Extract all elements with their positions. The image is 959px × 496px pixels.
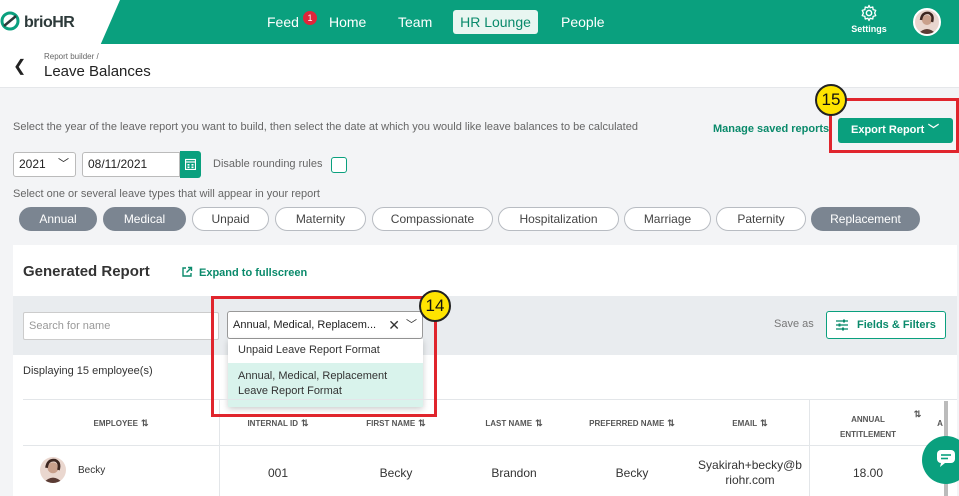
nav-feed[interactable]: Feed xyxy=(267,0,299,44)
save-as-button[interactable]: Save as xyxy=(774,318,814,330)
nav-people[interactable]: People xyxy=(561,0,605,44)
callout-14: 14 xyxy=(419,290,451,322)
th-annual-entitlement[interactable]: ANNUAL ENTITLEMENT xyxy=(809,400,927,447)
nav-team[interactable]: Team xyxy=(398,0,432,44)
disable-rounding-label: Disable rounding rules xyxy=(213,158,323,170)
calendar-button[interactable] xyxy=(180,151,201,178)
cell-employee[interactable]: Becky xyxy=(78,465,105,476)
sort-icon: ⇅ xyxy=(140,418,149,428)
calendar-icon xyxy=(185,158,196,170)
sort-icon: ⇅ xyxy=(300,418,309,428)
sort-icon: ⇅ xyxy=(667,418,675,428)
disable-rounding-checkbox[interactable] xyxy=(331,157,347,173)
table-header-row: EMPLOYEE ⇅ INTERNAL ID ⇅ FIRST NAME ⇅ LAST … xyxy=(23,399,957,446)
leave-chip-hospitalization[interactable]: Hospitalization xyxy=(498,207,619,231)
avatar xyxy=(40,457,66,483)
sort-icon: ⇅ xyxy=(535,418,543,428)
external-link-icon xyxy=(182,266,193,277)
cell-email: Syakirah+becky@b riohr.com xyxy=(691,458,809,488)
th-internal-id-label: INTERNAL ID xyxy=(247,419,298,428)
column-divider xyxy=(809,399,810,496)
fields-filters-label: Fields & Filters xyxy=(857,319,936,331)
settings-button[interactable]: Settings xyxy=(849,4,889,34)
avatar-photo-icon xyxy=(43,458,63,483)
callout-15: 15 xyxy=(815,84,847,116)
leave-chip-paternity[interactable]: Paternity xyxy=(716,207,806,231)
fields-filters-button[interactable]: Fields & Filters xyxy=(826,311,946,339)
gear-icon xyxy=(861,4,877,22)
chat-icon xyxy=(937,450,955,467)
cell-email-line-2: riohr.com xyxy=(725,473,775,487)
leave-chip-annual[interactable]: Annual xyxy=(19,207,97,231)
top-nav-bar: brioHR Feed 1 Home Team HR Lounge People… xyxy=(0,0,959,44)
feed-badge: 1 xyxy=(303,11,317,25)
th-last-name-label: LAST NAME xyxy=(485,419,533,428)
cell-email-line-1: Syakirah+becky@b xyxy=(698,458,802,472)
year-value: 2021 xyxy=(19,157,46,171)
leave-chip-compassionate[interactable]: Compassionate xyxy=(372,207,493,231)
expand-fullscreen-label: Expand to fullscreen xyxy=(199,267,308,279)
avatar-photo-icon xyxy=(918,11,936,34)
nav-hr-lounge[interactable]: HR Lounge xyxy=(453,10,538,34)
th-email-label: EMAIL xyxy=(732,419,758,428)
cell-annual-entitlement: 18.00 xyxy=(852,466,884,480)
generated-report-card: Generated Report Expand to fullscreen Se… xyxy=(13,245,957,496)
leave-types-label: Select one or several leave types that w… xyxy=(13,188,320,200)
leave-chip-unpaid[interactable]: Unpaid xyxy=(192,207,269,231)
cell-first-name: Becky xyxy=(379,466,413,480)
chevron-down-icon: ﹀ xyxy=(58,158,69,170)
back-chevron-icon[interactable]: ❮ xyxy=(13,56,26,76)
leave-chip-marriage[interactable]: Marriage xyxy=(624,207,711,231)
year-select[interactable]: 2021 ﹀ xyxy=(13,152,76,177)
leave-chip-maternity[interactable]: Maternity xyxy=(275,207,366,231)
page-header: ❮ Report builder / Leave Balances xyxy=(0,44,959,88)
breadcrumb[interactable]: Report builder / xyxy=(44,52,99,61)
user-avatar[interactable] xyxy=(913,8,941,36)
logo-suffix: HR xyxy=(52,14,75,31)
report-filter-bar: Search for name Annual, Medical, Replace… xyxy=(13,296,957,355)
page-title: Leave Balances xyxy=(44,63,151,80)
cell-preferred-name: Becky xyxy=(615,466,649,480)
sort-icon: ⇅ xyxy=(418,418,426,428)
sliders-icon xyxy=(836,319,848,331)
leave-chip-replacement[interactable]: Replacement xyxy=(811,207,920,231)
search-name-input[interactable]: Search for name xyxy=(23,312,219,340)
cell-last-name: Brandon xyxy=(491,466,537,480)
th-preferred-name-label: PREFERRED NAME xyxy=(589,419,665,428)
th-first-name-label: FIRST NAME xyxy=(366,419,416,428)
sort-icon: ⇅ xyxy=(760,418,768,428)
generated-report-title: Generated Report xyxy=(23,263,150,280)
highlight-box-export xyxy=(829,98,959,153)
displaying-count: Displaying 15 employee(s) xyxy=(23,365,153,377)
nav-home[interactable]: Home xyxy=(329,0,366,44)
th-preferred-name[interactable]: PREFERRED NAME ⇅ xyxy=(573,400,691,447)
instructions-text: Select the year of the leave report you … xyxy=(13,121,638,133)
logo[interactable]: brioHR xyxy=(0,0,120,44)
manage-saved-reports-link[interactable]: Manage saved reports xyxy=(713,123,829,135)
th-annual-line-2: ENTITLEMENT xyxy=(840,430,896,439)
highlight-box-format xyxy=(211,296,437,417)
cell-internal-id: 001 xyxy=(267,466,289,480)
logo-main: brio xyxy=(24,14,53,31)
sort-icon[interactable]: ⇅ xyxy=(909,409,923,421)
expand-fullscreen-link[interactable]: Expand to fullscreen xyxy=(181,266,307,279)
brio-logo-icon xyxy=(0,11,20,31)
leave-chip-medical[interactable]: Medical xyxy=(103,207,186,231)
th-last-name[interactable]: LAST NAME ⇅ xyxy=(455,400,573,447)
settings-label: Settings xyxy=(851,24,887,34)
th-email[interactable]: EMAIL ⇅ xyxy=(691,400,809,447)
date-input[interactable]: 08/11/2021 xyxy=(82,152,180,177)
th-employee[interactable]: EMPLOYEE ⇅ xyxy=(23,400,219,447)
th-employee-label: EMPLOYEE xyxy=(93,419,138,428)
